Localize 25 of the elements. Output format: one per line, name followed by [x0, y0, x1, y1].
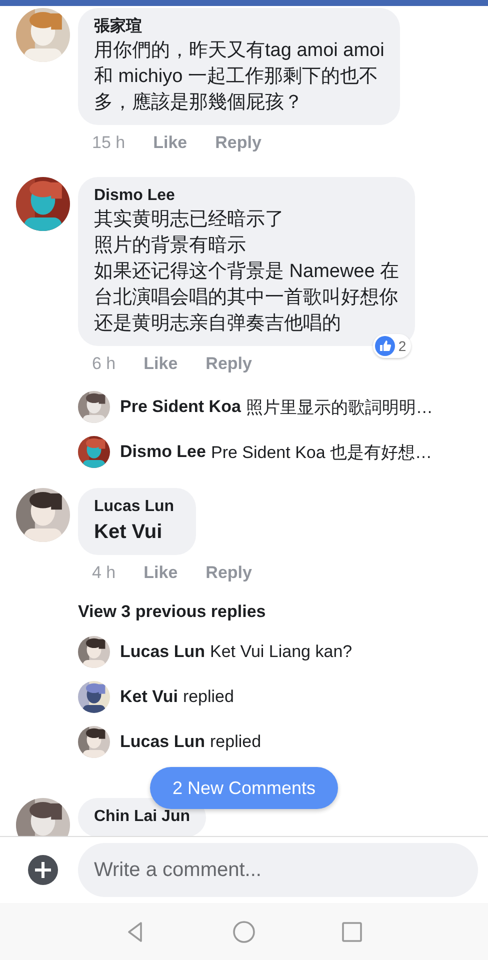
comment-text: 用你們的，昨天又有tag amoi amoi 和 michiyo 一起工作那剩下的也不 多，應該是那幾個屁孩？: [94, 39, 384, 115]
mention-link[interactable]: Ket Vui: [94, 518, 162, 546]
author-name[interactable]: Lucas Lun: [94, 496, 174, 518]
author-name[interactable]: Dismo Lee: [94, 185, 175, 207]
reply-author[interactable]: Lucas Lun: [120, 642, 206, 662]
reply-text: replied: [210, 732, 262, 752]
comment-field[interactable]: Write a comment...: [78, 843, 478, 897]
reply-text: 照片里显示的歌詞明明…: [246, 396, 433, 418]
author-name[interactable]: 張家瑄: [94, 16, 142, 38]
timestamp: 15 h: [92, 133, 126, 153]
comment-text: 其实黄明志已经暗示了 照片的背景有暗示 如果还记得这个背景是 Namewee 在 台北演唱会唱的其中一首歌叫好想你 还是黄明志亲自弹奏吉他唱的: [94, 208, 400, 336]
timestamp: 6 h: [92, 354, 116, 374]
reply-text: replied: [182, 687, 234, 707]
reply-author[interactable]: Pre Sident Koa: [120, 397, 241, 417]
reply-text: Pre Sident Koa 也是有好想…: [210, 442, 432, 464]
author-name[interactable]: Chin Lai Jun: [94, 806, 190, 828]
thumbs-up-icon: [375, 336, 396, 356]
add-icon[interactable]: [28, 855, 58, 885]
reply-author[interactable]: Dismo Lee: [120, 442, 206, 462]
reply-author[interactable]: Lucas Lun: [120, 732, 206, 752]
view-replies-link[interactable]: View 3 previous replies: [78, 601, 266, 623]
reaction-count[interactable]: 2: [373, 334, 412, 358]
reply-text: Ket Vui Liang kan?: [210, 642, 352, 662]
timestamp: 4 h: [92, 563, 116, 583]
reply-author[interactable]: Ket Vui: [120, 687, 178, 707]
